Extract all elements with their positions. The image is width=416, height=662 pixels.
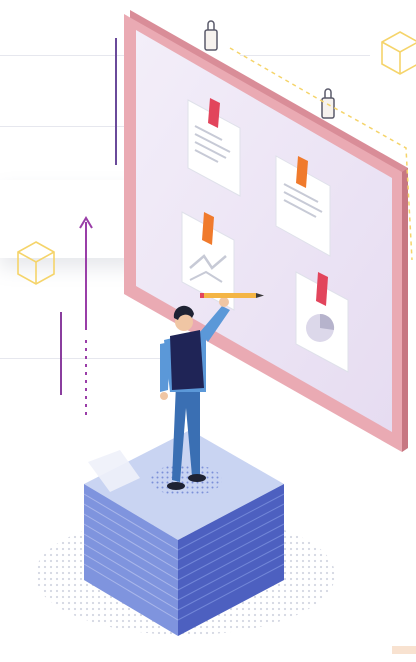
illustration-stage	[0, 0, 416, 662]
corner-accent	[392, 646, 416, 654]
clipboard-clip-icon	[204, 20, 218, 51]
up-arrow-icon	[79, 216, 93, 420]
pencil-icon	[200, 293, 264, 298]
clipboard-clip-icon-2	[321, 88, 335, 119]
cube-outline-icon-2	[17, 241, 55, 285]
illustration-svg	[17, 10, 416, 654]
cube-outline-icon	[381, 31, 416, 75]
